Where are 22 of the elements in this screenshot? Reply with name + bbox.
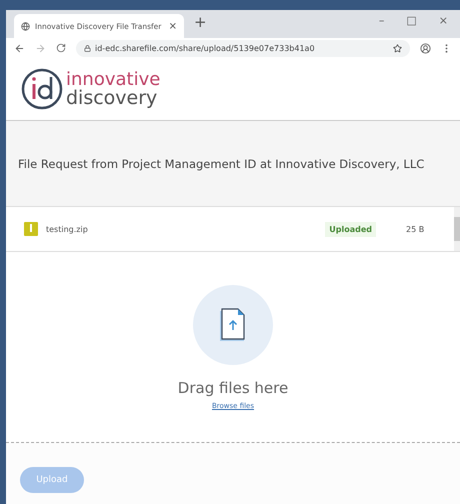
logo-text: innovative [66,71,160,89]
star-icon[interactable] [393,44,402,52]
drop-zone-text: Drag files here [178,378,288,396]
back-icon[interactable] [14,42,25,54]
window-control[interactable]: × [438,14,448,26]
status-label: Uploaded [325,222,376,236]
reload-icon[interactable] [56,43,66,53]
logo-text: discovery [66,89,158,107]
zip-file-icon [24,222,38,236]
file-size: 25 B [406,224,426,234]
window-control[interactable]: □ [406,14,417,26]
window-control[interactable]: – [378,14,384,26]
profile-icon[interactable] [420,42,431,54]
globe-icon [21,22,30,30]
logo-icon [20,67,64,111]
file-name: testing.zip [46,224,89,234]
address-bar[interactable]: id-edc.sharefile.com/share/upload/5139e07e733b41a0 [76,40,410,56]
close-icon[interactable]: × [168,20,177,32]
scrollbar[interactable] [454,207,460,251]
request-title: File Request from Project Management ID at Innovative Discovery, LLC [18,156,424,170]
lock-icon [84,44,91,52]
new-tab-button[interactable]: + [194,13,207,31]
